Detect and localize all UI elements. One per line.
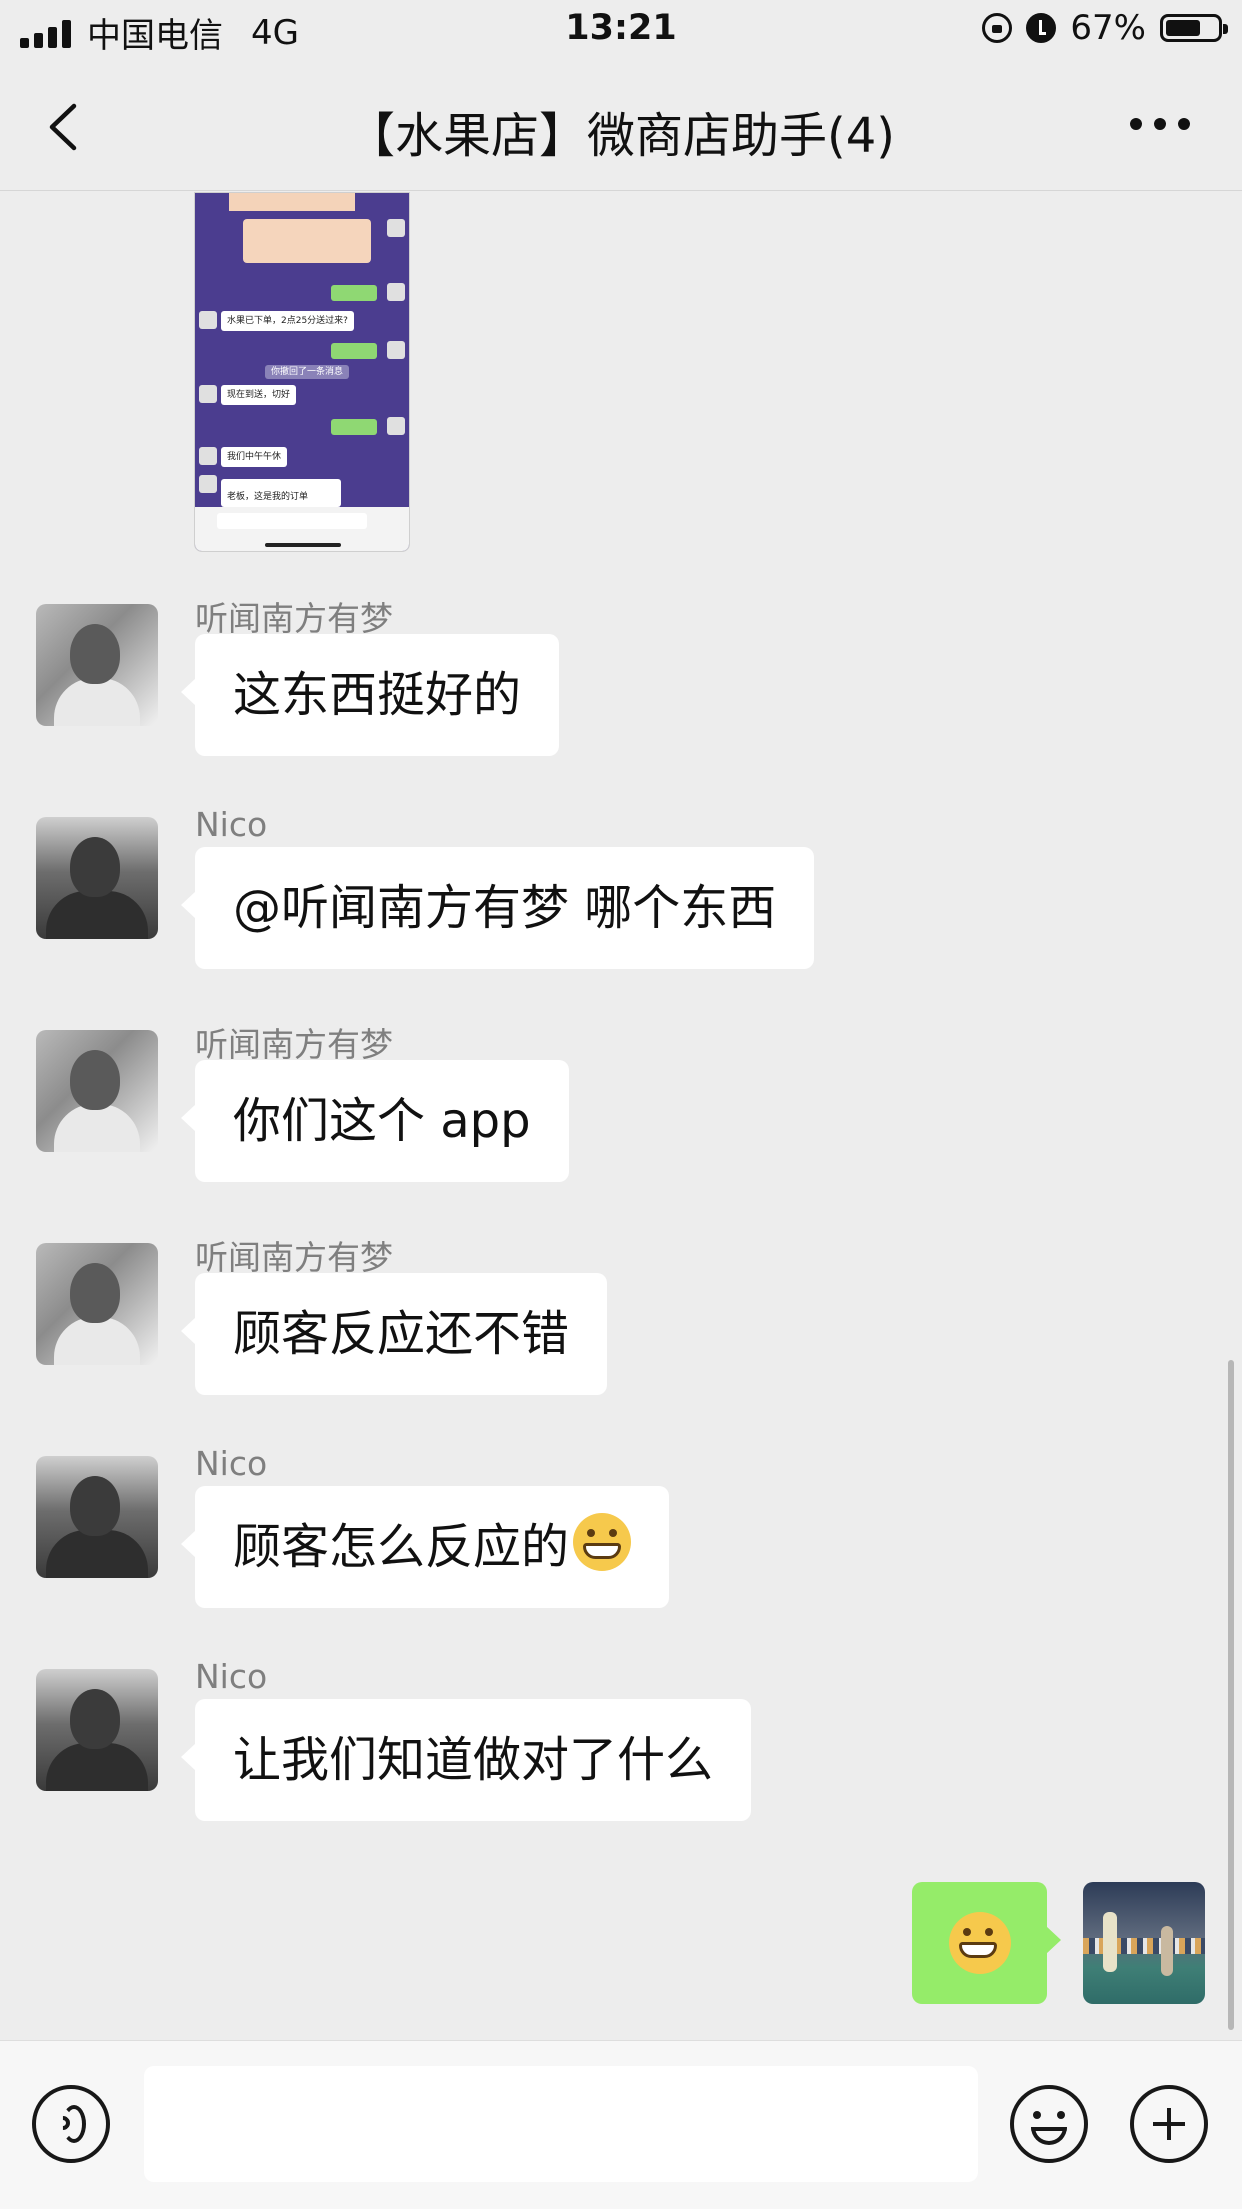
message-text: 这东西挺好的 xyxy=(233,667,522,723)
thumb-avatar xyxy=(199,475,217,493)
more-dots-icon[interactable] xyxy=(1130,118,1190,130)
orientation-lock-icon xyxy=(982,13,1013,43)
thumb-voice-bubble xyxy=(331,285,377,301)
sender-name: Nico xyxy=(195,1657,268,1696)
status-right: 67% xyxy=(982,8,1228,48)
my-message-bubble[interactable] xyxy=(912,1882,1061,2004)
my-avatar[interactable] xyxy=(1083,1882,1205,2004)
thumb-avatar xyxy=(387,417,405,435)
message-text: 让我们知道做对了什么 xyxy=(233,1732,714,1788)
thumb-avatar xyxy=(199,311,217,329)
sender-name: 听闻南方有梦 xyxy=(195,1025,393,1064)
grinning-face-icon xyxy=(573,1513,632,1571)
message-text: 你们这个 app xyxy=(233,1093,531,1149)
alarm-icon xyxy=(1026,13,1057,43)
avatar[interactable] xyxy=(36,1030,158,1152)
smiley-icon[interactable] xyxy=(1010,2085,1088,2163)
thumb-top-strip xyxy=(229,193,355,211)
chat-scrollbar[interactable] xyxy=(1228,1360,1234,2030)
thumb-voice-bubble xyxy=(331,343,377,359)
thumb-home-indicator xyxy=(265,543,341,547)
avatar[interactable] xyxy=(36,817,158,939)
voice-icon[interactable] xyxy=(32,2085,110,2163)
sender-name: Nico xyxy=(195,805,268,844)
message-input[interactable] xyxy=(144,2066,978,2182)
thumb-message: 我们中午午休 xyxy=(221,447,288,467)
thumb-avatar xyxy=(387,341,405,359)
thumb-avatar xyxy=(199,447,217,465)
nav-bar: 【水果店】微商店助手(4) xyxy=(0,62,1242,191)
message-bubble[interactable]: @听闻南方有梦 哪个东西 xyxy=(180,847,815,969)
avatar[interactable] xyxy=(36,604,158,726)
thumb-recall-notice: 你撤回了一条消息 xyxy=(265,365,350,379)
status-bar: 中国电信 4G 13:21 67% xyxy=(0,0,1242,62)
message-bubble[interactable]: 顾客反应还不错 xyxy=(180,1273,608,1395)
chat-title: 【水果店】微商店助手(4) xyxy=(347,108,895,164)
shared-screenshot-image[interactable]: 水果已下单，2点25分送过来? 你撤回了一条消息 现在到送，切好 我们中午午休 … xyxy=(194,192,410,552)
thumb-message: 现在到送，切好 xyxy=(221,385,297,405)
message-text: 顾客反应还不错 xyxy=(233,1306,570,1362)
message-bubble[interactable]: 这东西挺好的 xyxy=(180,634,560,756)
sender-name: Nico xyxy=(195,1444,268,1483)
thumb-input-field xyxy=(217,513,367,529)
thumb-voice-bubble xyxy=(331,419,377,435)
sender-name: 听闻南方有梦 xyxy=(195,599,393,638)
message-text: 顾客怎么反应的 xyxy=(233,1519,570,1575)
message-bubble[interactable]: 你们这个 app xyxy=(181,1060,569,1182)
battery-icon xyxy=(1160,14,1228,42)
thumb-order-card: 老板，这是我的订单 xyxy=(221,479,341,507)
thumb-message: 水果已下单，2点25分送过来? xyxy=(221,311,354,331)
avatar[interactable] xyxy=(36,1456,158,1578)
sender-name: 听闻南方有梦 xyxy=(195,1238,393,1277)
battery-percent: 67% xyxy=(1070,8,1146,48)
message-bubble[interactable]: 顾客怎么反应的 xyxy=(180,1486,670,1608)
avatar[interactable] xyxy=(36,1243,158,1365)
message-text: @听闻南方有梦 哪个东西 xyxy=(233,880,777,936)
input-bar xyxy=(0,2040,1242,2209)
thumb-payment-card xyxy=(243,219,371,263)
grinning-face-icon xyxy=(948,1912,1011,1974)
thumb-avatar xyxy=(387,283,405,301)
battery-level xyxy=(1166,20,1200,36)
plus-icon[interactable] xyxy=(1130,2085,1208,2163)
thumb-avatar xyxy=(387,219,405,237)
thumb-avatar xyxy=(199,385,217,403)
avatar[interactable] xyxy=(36,1669,158,1791)
thumb-input-bar xyxy=(195,507,409,551)
message-bubble[interactable]: 让我们知道做对了什么 xyxy=(180,1699,752,1821)
